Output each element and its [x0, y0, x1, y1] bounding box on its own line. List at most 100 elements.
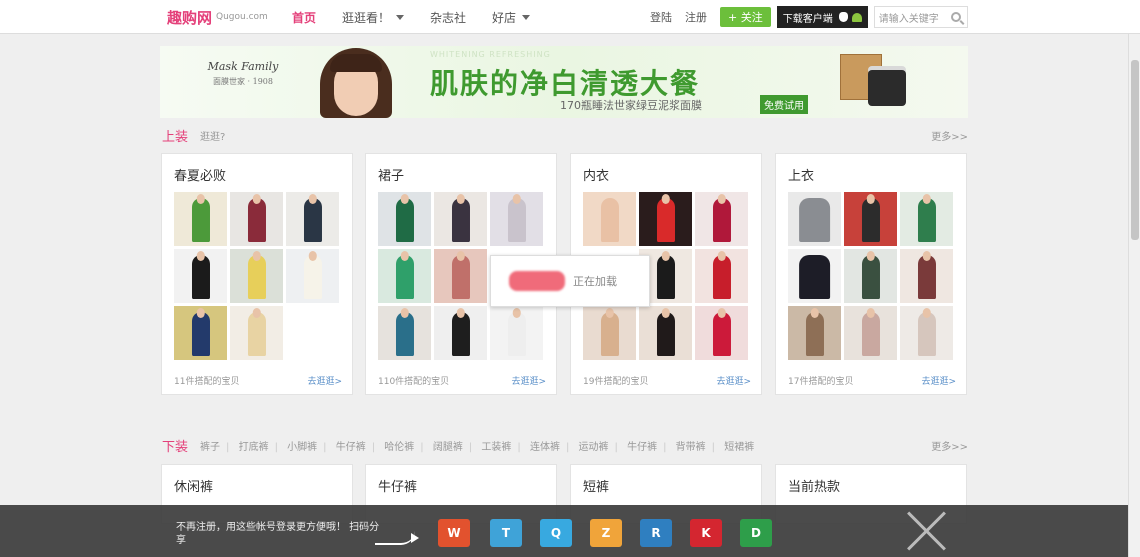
product-thumb[interactable]: [639, 306, 692, 360]
card-title: 休闲裤: [174, 480, 214, 495]
douban-icon[interactable]: D: [740, 519, 772, 547]
product-thumb[interactable]: [378, 192, 431, 246]
product-thumb[interactable]: [900, 306, 953, 360]
renren-icon[interactable]: R: [640, 519, 672, 547]
nav-browse[interactable]: 逛逛看！: [342, 9, 405, 26]
scroll-thumb[interactable]: [1131, 60, 1139, 240]
browse-link[interactable]: 去逛逛>: [307, 374, 342, 387]
product-thumb[interactable]: [695, 306, 748, 360]
category-card-spring[interactable]: 春夏必败 11件搭配的宝贝 去逛逛>: [161, 153, 353, 395]
nav-magazine[interactable]: 杂志社: [430, 9, 466, 26]
product-thumb[interactable]: [490, 192, 543, 246]
follow-button[interactable]: + 关注: [720, 7, 771, 27]
product-thumb[interactable]: [788, 306, 841, 360]
card-title: 内衣: [583, 169, 610, 184]
product-thumb[interactable]: [695, 249, 748, 303]
banner-subline: 170瓶睡法世家绿豆泥浆面膜: [560, 99, 702, 112]
item-count: 11件搭配的宝贝: [174, 377, 240, 387]
product-thumb[interactable]: [639, 192, 692, 246]
download-app-button[interactable]: 下载客户端: [776, 6, 868, 28]
item-count: 110件搭配的宝贝: [378, 377, 450, 387]
card-title: 上衣: [788, 169, 815, 184]
android-icon: [851, 12, 862, 22]
tag-link[interactable]: 阔腿裤: [433, 442, 463, 453]
section-header-bottoms: 下装 裤子 | 打底裤 | 小脚裤 | 牛仔裤 | 哈伦裤 | 阔腿裤 | 工装裤 | 连体裤…: [162, 436, 968, 455]
product-thumb[interactable]: [378, 249, 431, 303]
tag-link[interactable]: 背带裤: [676, 442, 706, 453]
more-link[interactable]: 更多>>: [931, 438, 968, 453]
section-tags: 裤子 | 打底裤 | 小脚裤 | 牛仔裤 | 哈伦裤 | 阔腿裤 | 工装裤 | 连体裤 | 运…: [200, 441, 755, 453]
free-trial-badge[interactable]: 免费试用: [760, 95, 808, 114]
tencent-weibo-icon[interactable]: T: [490, 519, 522, 547]
search-icon[interactable]: [950, 12, 961, 22]
product-thumb[interactable]: [900, 249, 953, 303]
product-thumb[interactable]: [230, 192, 283, 246]
browse-link[interactable]: 去逛逛>: [716, 374, 751, 387]
product-thumb[interactable]: [490, 306, 543, 360]
banner-brand-name: Mask Family: [207, 60, 279, 73]
product-thumb[interactable]: [174, 192, 227, 246]
tag-link[interactable]: 裤子: [200, 442, 220, 453]
product-thumb[interactable]: [378, 306, 431, 360]
product-thumb[interactable]: [844, 192, 897, 246]
download-app-label: 下载客户端: [782, 13, 833, 25]
top-navbar: 趣购网 Qugou.com 首页 逛逛看！ 杂志社 好店 登陆 注册 + 关注 …: [0, 0, 1140, 34]
product-thumb[interactable]: [434, 306, 487, 360]
chevron-down-icon: [522, 14, 531, 20]
card-title: 牛仔裤: [378, 480, 418, 495]
tag-link[interactable]: 小脚裤: [287, 442, 317, 453]
share-bar: 不再注册，用这些帐号登录更方便哦！ 扫码分享 W T Q Z R K D: [0, 505, 1128, 557]
qq-icon[interactable]: Q: [540, 519, 572, 547]
tag-link[interactable]: 工装裤: [481, 442, 511, 453]
search-input[interactable]: 请输入关键字: [873, 6, 968, 28]
product-thumb[interactable]: [174, 306, 227, 360]
tag-link[interactable]: 打底裤: [239, 442, 269, 453]
product-thumb[interactable]: [286, 249, 339, 303]
tag-link[interactable]: 连体裤: [530, 442, 560, 453]
product-thumb[interactable]: [434, 249, 487, 303]
nav-shops[interactable]: 好店: [492, 9, 531, 26]
login-link[interactable]: 登陆: [650, 9, 672, 25]
product-thumb[interactable]: [434, 192, 487, 246]
tag-link[interactable]: 牛仔裤: [336, 442, 366, 453]
product-thumb[interactable]: [286, 192, 339, 246]
tag-link[interactable]: 牛仔裤: [627, 442, 657, 453]
card-title: 春夏必败: [174, 169, 227, 184]
product-thumb[interactable]: [788, 249, 841, 303]
qzone-icon[interactable]: Z: [590, 519, 622, 547]
share-bar-text: 不再注册，用这些帐号登录更方便哦！ 扫码分享: [176, 522, 380, 546]
tag-link[interactable]: 运动裤: [579, 442, 609, 453]
card-footer: 17件搭配的宝贝 去逛逛>: [788, 374, 956, 387]
more-link[interactable]: 更多>>: [931, 128, 968, 143]
product-thumb[interactable]: [583, 192, 636, 246]
nav-shops-label: 好店: [492, 10, 517, 25]
browse-link[interactable]: 去逛逛>: [921, 374, 956, 387]
logo-domain: Qugou.com: [216, 12, 268, 22]
product-thumbnails: [174, 192, 342, 360]
card-footer: 11件搭配的宝贝 去逛逛>: [174, 374, 342, 387]
product-thumb[interactable]: [844, 306, 897, 360]
product-thumb[interactable]: [788, 192, 841, 246]
category-card-tops[interactable]: 上衣 17件搭配的宝贝 去逛逛>: [775, 153, 967, 395]
product-thumbnails: [788, 192, 956, 360]
tag-link[interactable]: 短裙裤: [724, 442, 754, 453]
product-thumb[interactable]: [695, 192, 748, 246]
page-scrollbar[interactable]: [1128, 34, 1140, 557]
product-thumb[interactable]: [230, 306, 283, 360]
nav-home[interactable]: 首页: [292, 9, 316, 26]
weibo-icon[interactable]: W: [438, 519, 470, 547]
search-placeholder: 请输入关键字: [878, 13, 939, 25]
close-icon[interactable]: [905, 509, 949, 553]
product-thumb[interactable]: [900, 192, 953, 246]
banner-product-image: [840, 50, 920, 112]
product-thumb[interactable]: [174, 249, 227, 303]
browse-link[interactable]: 去逛逛>: [511, 374, 546, 387]
product-thumb[interactable]: [844, 249, 897, 303]
promo-banner[interactable]: Mask Family 面膜世家 · 1908 WHITENING REFRES…: [160, 46, 968, 118]
product-thumb[interactable]: [230, 249, 283, 303]
tag-link[interactable]: 哈伦裤: [384, 442, 414, 453]
kaixin-icon[interactable]: K: [690, 519, 722, 547]
site-logo[interactable]: 趣购网 Qugou.com: [167, 7, 268, 27]
register-link[interactable]: 注册: [685, 9, 707, 25]
product-thumb[interactable]: [583, 306, 636, 360]
